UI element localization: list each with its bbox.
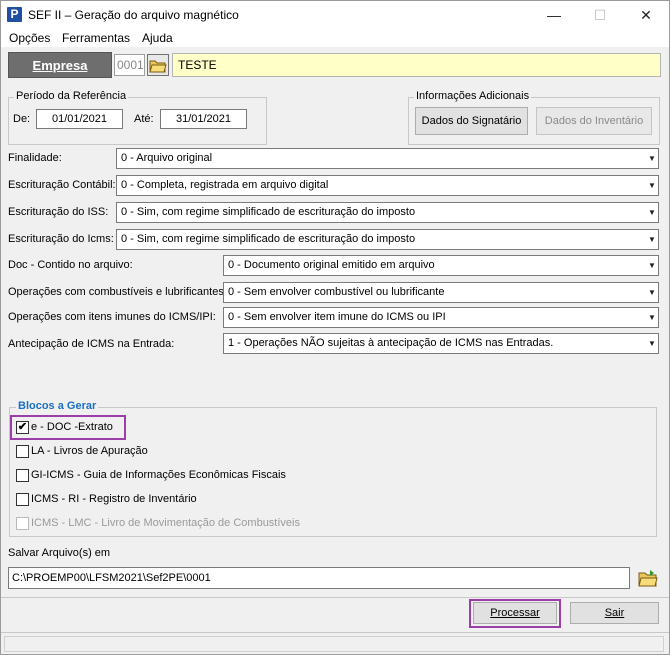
escrituracao-iss-value: 0 - Sim, com regime simplificado de escr… <box>121 206 416 218</box>
doc-contido-value: 0 - Documento original emitido em arquiv… <box>228 259 435 271</box>
escrituracao-contabil-label: Escrituração Contábil: <box>8 179 116 191</box>
bloco-edoc-label: e - DOC -Extrato <box>31 421 113 433</box>
empresa-row: Empresa 0001 TESTE <box>8 52 661 78</box>
info-adicionais-legend: Informações Adicionais <box>414 90 532 102</box>
empresa-code-field[interactable]: 0001 <box>114 54 145 76</box>
bloco-icms-lmc-label: ICMS - LMC - Livro de Movimentação de Co… <box>31 517 300 529</box>
antecipacao-label: Antecipação de ICMS na Entrada: <box>8 338 175 350</box>
chevron-down-icon: ▼ <box>648 235 656 244</box>
de-label: De: <box>13 113 31 125</box>
chevron-down-icon: ▼ <box>648 154 656 163</box>
combustiveis-value: 0 - Sem envolver combustível ou lubrific… <box>228 286 445 298</box>
main-window: P SEF II – Geração do arquivo magnético … <box>0 0 670 655</box>
title-bar: P SEF II – Geração do arquivo magnético … <box>1 1 669 29</box>
menu-ferramentas[interactable]: Ferramentas <box>62 31 130 45</box>
escrituracao-iss-label: Escrituração do ISS: <box>8 206 109 218</box>
separator <box>1 597 669 598</box>
folder-open-icon <box>149 60 167 73</box>
salvar-folder-button[interactable] <box>637 567 659 589</box>
chevron-down-icon: ▼ <box>648 339 656 348</box>
bloco-icms-ri-checkbox-row[interactable]: ICMS - RI - Registro de Inventário <box>16 492 316 508</box>
maximize-button[interactable]: ☐ <box>577 1 623 29</box>
finalidade-value: 0 - Arquivo original <box>121 152 213 164</box>
close-button[interactable]: ✕ <box>623 1 669 29</box>
menu-ajuda[interactable]: Ajuda <box>142 31 173 45</box>
doc-contido-label: Doc - Contido no arquivo: <box>8 259 133 271</box>
itens-imunes-value: 0 - Sem envolver item imune do ICMS ou I… <box>228 311 446 323</box>
ate-label: Até: <box>134 113 154 125</box>
itens-imunes-select[interactable]: 0 - Sem envolver item imune do ICMS ou I… <box>223 307 659 328</box>
processar-button[interactable]: Processar <box>473 602 557 624</box>
empresa-button[interactable]: Empresa <box>8 52 112 78</box>
sair-button[interactable]: Sair <box>570 602 659 624</box>
bloco-gi-icms-label: GI-ICMS - Guia de Informações Econômicas… <box>31 469 286 481</box>
finalidade-select[interactable]: 0 - Arquivo original ▼ <box>116 148 659 169</box>
chevron-down-icon: ▼ <box>648 181 656 190</box>
empresa-open-button[interactable] <box>147 54 169 76</box>
periodo-legend: Período da Referência <box>14 90 129 102</box>
salvar-label: Salvar Arquivo(s) em <box>8 547 111 559</box>
bloco-gi-icms-checkbox[interactable] <box>16 469 29 482</box>
bloco-la-label: LA - Livros de Apuração <box>31 445 148 457</box>
bloco-edoc-checkbox-row[interactable]: ✔ e - DOC -Extrato <box>16 420 216 436</box>
bloco-icms-ri-label: ICMS - RI - Registro de Inventário <box>31 493 197 505</box>
combustiveis-label: Operações com combustíveis e lubrificant… <box>8 286 227 298</box>
antecipacao-value: 1 - Operações NÃO sujeitas à antecipação… <box>228 337 554 349</box>
app-icon: P <box>7 7 22 22</box>
finalidade-label: Finalidade: <box>8 152 62 164</box>
ate-date-input[interactable]: 31/01/2021 <box>160 109 247 129</box>
blocos-group: Blocos a Gerar ✔ e - DOC -Extrato LA - L… <box>9 400 657 537</box>
minimize-button[interactable]: — <box>531 1 577 29</box>
status-bar <box>1 632 669 654</box>
combustiveis-select[interactable]: 0 - Sem envolver combustível ou lubrific… <box>223 282 659 303</box>
chevron-down-icon: ▼ <box>648 288 656 297</box>
blocos-legend: Blocos a Gerar <box>16 400 99 412</box>
bloco-gi-icms-checkbox-row[interactable]: GI-ICMS - Guia de Informações Econômicas… <box>16 468 416 484</box>
escrituracao-contabil-value: 0 - Completa, registrada em arquivo digi… <box>121 179 329 191</box>
escrituracao-icms-label: Escrituração do Icms: <box>8 233 114 245</box>
doc-contido-select[interactable]: 0 - Documento original emitido em arquiv… <box>223 255 659 276</box>
escrituracao-iss-select[interactable]: 0 - Sim, com regime simplificado de escr… <box>116 202 659 223</box>
periodo-group: Período da Referência De: 01/01/2021 Até… <box>8 90 267 145</box>
escrituracao-icms-value: 0 - Sim, com regime simplificado de escr… <box>121 233 416 245</box>
bloco-icms-ri-checkbox[interactable] <box>16 493 29 506</box>
escrituracao-contabil-select[interactable]: 0 - Completa, registrada em arquivo digi… <box>116 175 659 196</box>
chevron-down-icon: ▼ <box>648 208 656 217</box>
menu-bar: Opções Ferramentas Ajuda <box>1 29 669 47</box>
bloco-la-checkbox[interactable] <box>16 445 29 458</box>
info-adicionais-group: Informações Adicionais Dados do Signatár… <box>408 90 660 145</box>
dados-inventario-button[interactable]: Dados do Inventário <box>536 107 652 135</box>
status-segment <box>4 636 664 652</box>
bloco-la-checkbox-row[interactable]: LA - Livros de Apuração <box>16 444 316 460</box>
escrituracao-icms-select[interactable]: 0 - Sim, com regime simplificado de escr… <box>116 229 659 250</box>
chevron-down-icon: ▼ <box>648 313 656 322</box>
bloco-icms-lmc-checkbox-row[interactable]: ICMS - LMC - Livro de Movimentação de Co… <box>16 516 416 532</box>
window-title: SEF II – Geração do arquivo magnético <box>28 8 239 22</box>
bloco-icms-lmc-checkbox[interactable] <box>16 517 29 530</box>
menu-opcoes[interactable]: Opções <box>9 31 50 45</box>
antecipacao-select[interactable]: 1 - Operações NÃO sujeitas à antecipação… <box>223 333 659 354</box>
dados-signatario-button[interactable]: Dados do Signatário <box>415 107 528 135</box>
itens-imunes-label: Operações com itens imunes do ICMS/IPI: <box>8 311 216 323</box>
salvar-path-input[interactable]: C:\PROEMP00\LFSM2021\Sef2PE\0001 <box>8 567 630 589</box>
de-date-input[interactable]: 01/01/2021 <box>36 109 123 129</box>
bloco-edoc-checkbox[interactable]: ✔ <box>16 421 29 434</box>
chevron-down-icon: ▼ <box>648 261 656 270</box>
folder-open-icon <box>638 570 658 587</box>
empresa-name-field[interactable]: TESTE <box>172 53 661 77</box>
